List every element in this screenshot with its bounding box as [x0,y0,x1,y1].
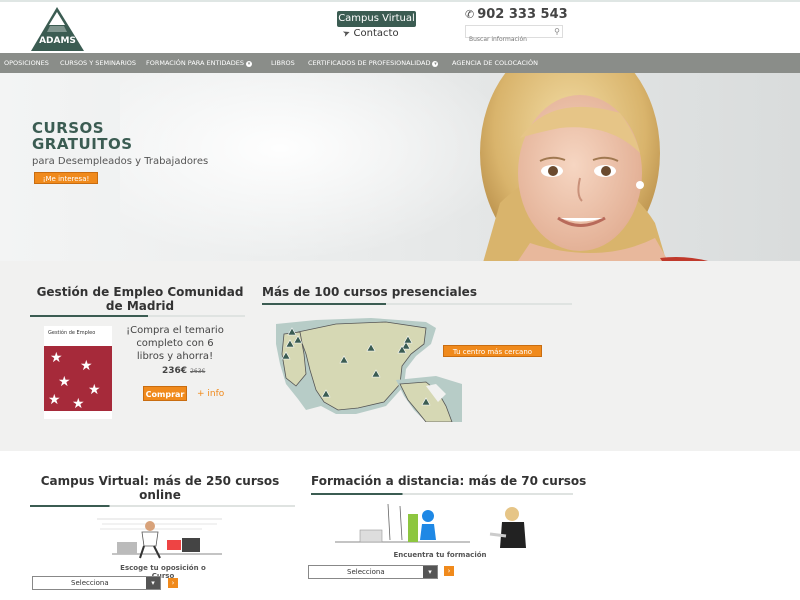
campus-go-button[interactable]: › [168,578,178,588]
nav-label: Agencia de colocación [452,59,538,67]
chevron-down-icon: ▾ [146,577,160,589]
distancia-select[interactable]: Selecciona ▾ [308,565,438,579]
more-info-link[interactable]: + info [197,389,224,399]
phone-icon: ✆ [465,8,475,21]
presenciales-divider [262,303,572,305]
spain-mexico-map[interactable] [276,314,462,422]
old-price: 263€ [190,368,206,375]
promo-text: ¡Compra el temario completo con 6 libros… [125,324,225,363]
distancia-divider [311,493,573,495]
distancia-illustration [330,500,535,550]
book-cover-bottom [44,411,112,419]
nav-label: Libros [271,59,295,67]
empleo-divider [30,315,245,317]
me-interesa-button[interactable]: ¡Me interesa! [34,172,98,184]
price: 236€ 263€ [162,366,205,376]
nav-item-libros[interactable]: Libros [271,53,295,73]
hero-subtitle: para Desempleados y Trabajadores [32,156,209,167]
distancia-select-value: Selecciona [347,568,385,576]
tu-centro-button[interactable]: Tu centro más cercano [443,345,542,357]
search-icon[interactable]: ⚲ [554,27,560,36]
hero-title-line1: CURSOS [32,119,105,137]
search-input[interactable] [466,34,552,45]
adams-logo[interactable]: ADAMS [30,6,85,52]
chevron-down-icon: ▾ [423,566,437,578]
nav-item-certificados[interactable]: Certificados de profesionalidad ▾ [308,53,439,73]
contacto-link[interactable]: ➤ Contacto [341,28,399,40]
nav-label: Certificados de profesionalidad [308,59,431,67]
hero-woman-image [480,73,708,261]
comprar-button[interactable]: Comprar [143,386,187,401]
campus-heading: Campus Virtual: más de 250 cursos online [40,474,280,502]
star-icon: ★ [72,396,85,412]
distancia-go-button[interactable]: › [444,566,454,576]
nav-item-agencia[interactable]: Agencia de colocación [452,53,538,73]
hero-banner: CURSOS GRATUITOS para Desempleados y Tra… [0,73,800,261]
current-price: 236€ [162,366,188,376]
empleo-heading: Gestión de Empleo Comunidad de Madrid [36,285,244,313]
search-box: ⚲ [465,25,563,45]
book-cover-title: Gestión de Empleo [48,330,96,336]
book-cover-top: Gestión de Empleo [44,326,112,346]
campus-illustration [82,514,232,562]
promo-line: ¡Compra el temario [126,325,224,336]
contacto-label: Contacto [353,28,399,39]
distancia-heading: Formación a distancia: más de 70 cursos [311,474,587,488]
header: ADAMS Campus Virtual ➤ Contacto ✆ 902 333 … [0,0,800,53]
book-cover-image[interactable]: Gestión de Empleo ★ ★ ★ ★ ★ ★ [44,326,112,419]
presenciales-heading: Más de 100 cursos presenciales [262,285,477,299]
nav-label: Formación para entidades [146,59,244,67]
nav-label: Oposiciones [4,59,49,67]
nav-item-cursos[interactable]: Cursos y Seminarios [60,53,136,73]
star-icon: ★ [48,392,61,408]
logo-text: ADAMS [39,36,76,46]
campus-select-value: Selecciona [71,579,109,587]
star-icon: ★ [50,350,63,366]
promo-line: libros y ahorra! [136,351,214,362]
nav-item-oposiciones[interactable]: Oposiciones [4,53,49,73]
star-icon: ★ [88,382,101,398]
star-icon: ★ [58,374,71,390]
hero-title-line2: GRATUITOS [32,135,133,153]
chevron-down-icon: ▾ [245,61,252,67]
arrow-right-icon: › [171,579,175,587]
nav-label: Cursos y Seminarios [60,59,137,67]
arrow-right-icon: › [447,567,451,575]
campus-virtual-button[interactable]: Campus Virtual [337,11,416,27]
campus-select[interactable]: Selecciona ▾ [32,576,161,590]
nav-item-formacion-entidades[interactable]: Formación para entidades ▾ [146,53,252,73]
phone-number: ✆ 902 333 543 [465,7,568,22]
main-nav: Oposiciones Cursos y Seminarios Formació… [0,53,800,73]
campus-divider [30,505,295,507]
phone-text: 902 333 543 [477,7,568,22]
distancia-caption: Encuentra tu formación [393,551,487,559]
hero-title: CURSOS GRATUITOS [32,120,133,152]
paper-plane-icon: ➤ [341,28,353,40]
star-icon: ★ [80,358,93,374]
chevron-down-icon: ▾ [432,61,439,67]
promo-line: completo con 6 [136,338,214,349]
